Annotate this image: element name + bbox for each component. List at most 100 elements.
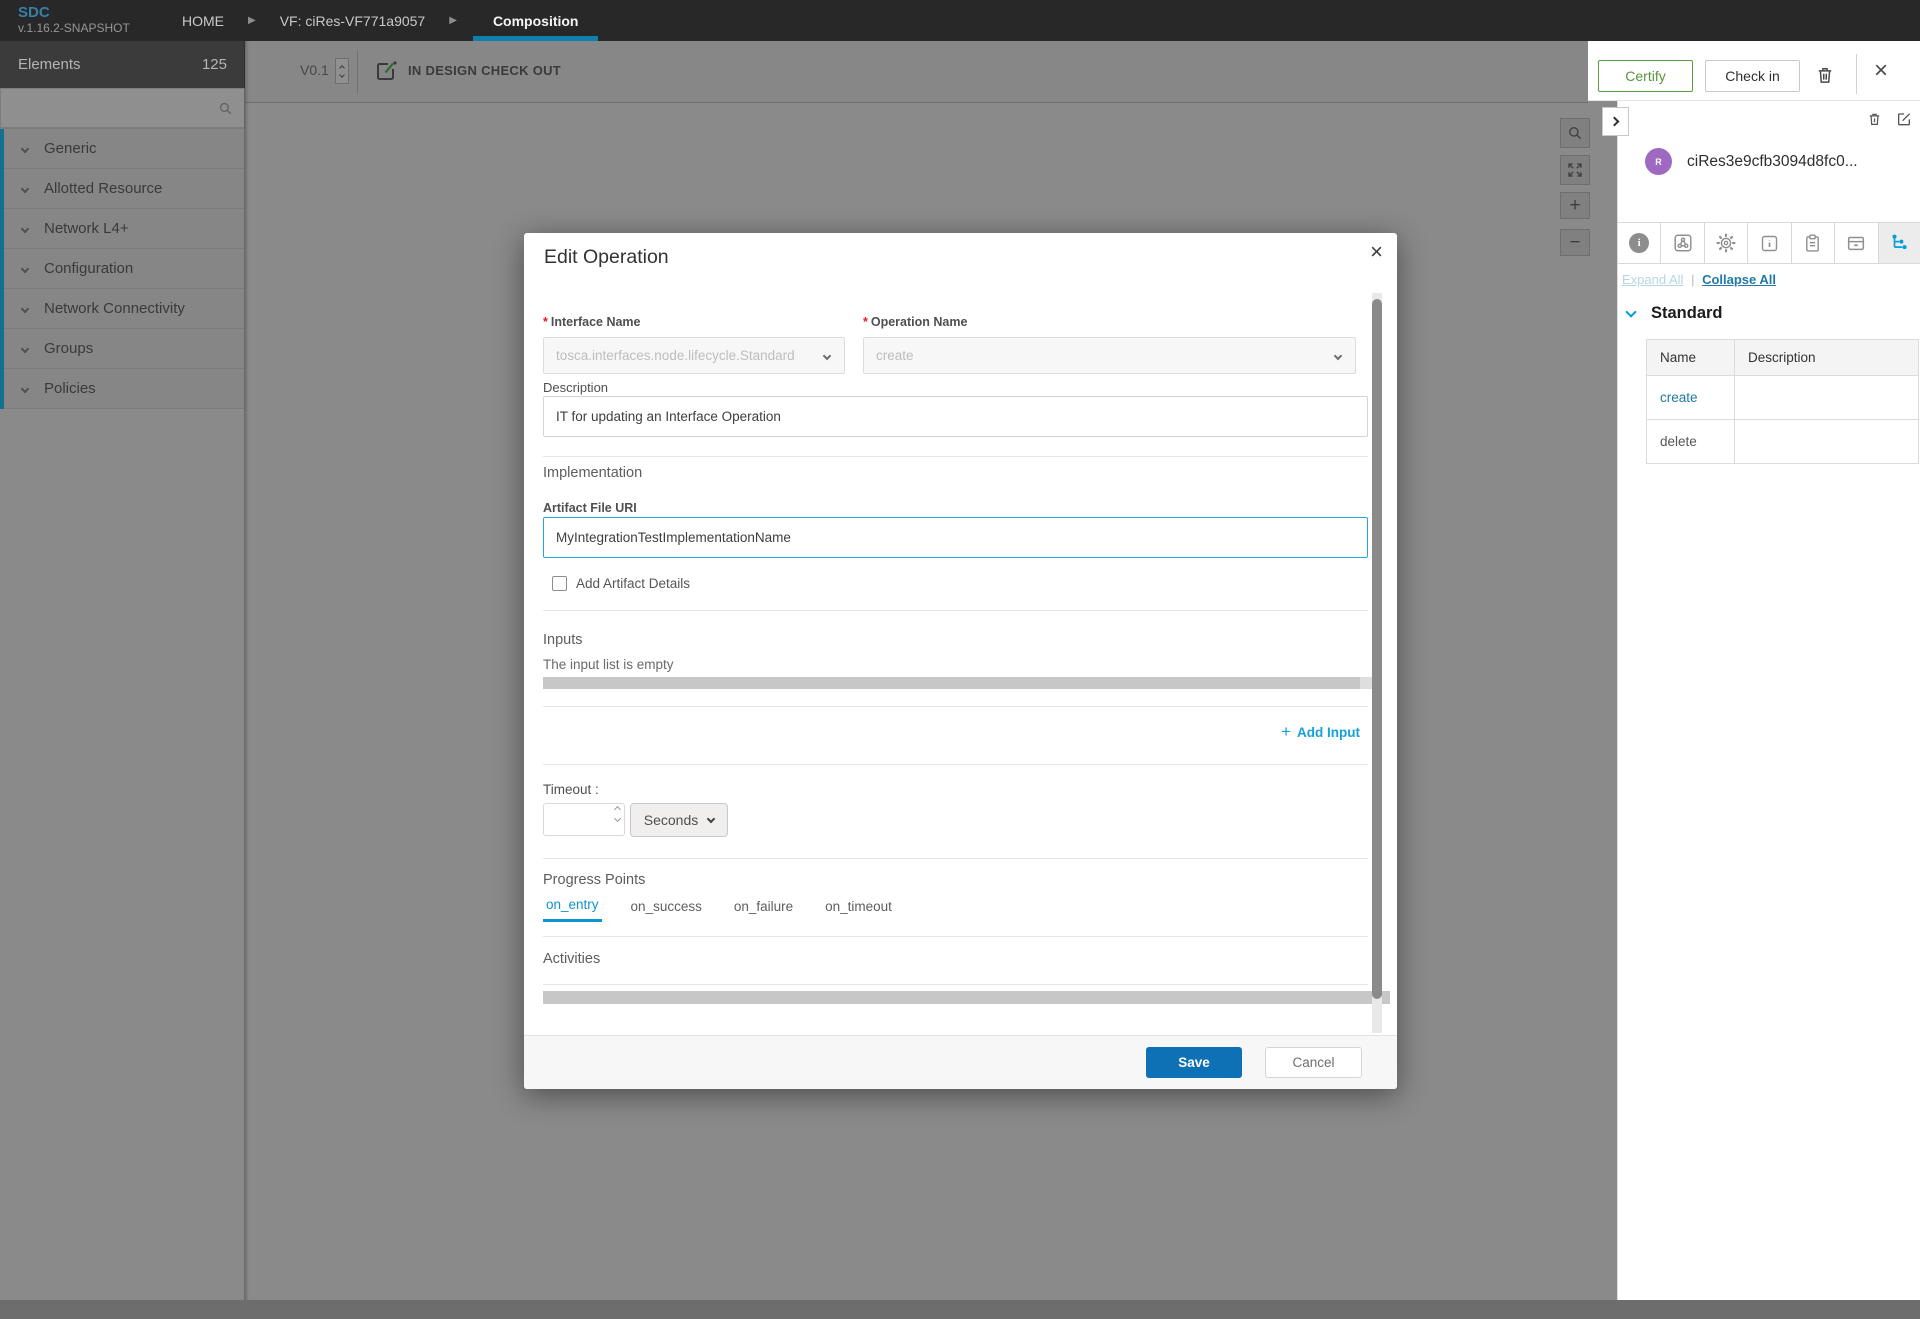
tab-operations[interactable] — [1879, 223, 1920, 263]
panel-collapse-button[interactable] — [1602, 107, 1629, 136]
chevron-right-icon — [1610, 117, 1620, 127]
operation-delete-cell[interactable]: delete — [1647, 420, 1735, 464]
tab-settings[interactable] — [1705, 223, 1748, 263]
add-artifact-details-checkbox[interactable]: Add Artifact Details — [543, 576, 690, 591]
elements-title: Elements — [18, 56, 81, 73]
tab-information[interactable]: i — [1618, 223, 1661, 263]
actions-divider — [1856, 54, 1857, 94]
close-icon: × — [1370, 239, 1383, 264]
modal-footer: Save Cancel — [524, 1035, 1397, 1089]
canvas-zoom-in-button[interactable]: + — [1560, 192, 1590, 219]
tab-artifacts[interactable] — [1835, 223, 1878, 263]
interface-name-select[interactable]: tosca.interfaces.node.lifecycle.Standard — [543, 337, 845, 374]
canvas-search-button[interactable] — [1560, 118, 1590, 148]
tab-on-timeout[interactable]: on_timeout — [822, 897, 895, 922]
delete-component-button[interactable] — [1867, 111, 1882, 127]
edit-component-button[interactable] — [1896, 111, 1912, 127]
category-network-l4[interactable]: Network L4+ — [0, 209, 245, 249]
canvas-zoom-controls: + − — [1560, 118, 1590, 263]
tab-composition[interactable] — [1661, 223, 1704, 263]
timeout-unit-select[interactable]: Seconds — [630, 803, 728, 837]
tab-requirements[interactable] — [1792, 223, 1835, 263]
toolbar-divider — [357, 51, 358, 93]
version-dropdown[interactable] — [335, 58, 349, 84]
activities-horizontal-scrollbar[interactable] — [543, 991, 1390, 1004]
modal-title: Edit Operation — [544, 246, 669, 269]
progress-point-tabs: on_entry on_success on_failure on_timeou… — [543, 897, 895, 922]
cancel-button[interactable]: Cancel — [1265, 1047, 1362, 1078]
column-header-name: Name — [1647, 340, 1735, 376]
timeout-label: Timeout : — [543, 782, 599, 797]
add-input-button[interactable]: + Add Input — [1281, 722, 1360, 742]
artifacts-archive-icon — [1845, 232, 1867, 254]
breadcrumb-composition[interactable]: Composition — [481, 13, 591, 29]
tab-on-success[interactable]: on_success — [628, 897, 705, 922]
checkin-button[interactable]: Check in — [1705, 60, 1800, 92]
operations-table: Name Description create delete — [1646, 339, 1919, 464]
divider — [543, 936, 1368, 937]
stepper-arrows-icon[interactable] — [615, 807, 620, 821]
operations-workflow-icon — [1889, 232, 1911, 254]
search-icon — [1566, 124, 1584, 142]
elements-sidebar: Elements 125 Generic Allotted Resource N… — [0, 41, 245, 1300]
component-details-panel: R ciRes3e9cfb3094d8fc0... i — [1617, 101, 1920, 1300]
elements-header: Elements 125 — [0, 41, 245, 88]
collapse-all-link[interactable]: Collapse All — [1702, 272, 1776, 287]
delete-vf-button[interactable] — [1815, 65, 1835, 85]
description-label: Description — [543, 380, 608, 395]
bottom-status-strip — [0, 1300, 1920, 1319]
category-policies[interactable]: Policies — [0, 369, 245, 409]
lifecycle-actions-bar: Certify Check in × — [1588, 41, 1920, 101]
canvas-zoom-out-button[interactable]: − — [1560, 229, 1590, 256]
breadcrumb-vf[interactable]: VF: ciRes-VF771a9057 — [280, 13, 426, 29]
composition-icon — [1672, 232, 1694, 254]
trash-icon — [1815, 65, 1835, 85]
modal-close-button[interactable]: × — [1370, 241, 1383, 263]
close-composition-button[interactable]: × — [1874, 59, 1888, 83]
category-generic[interactable]: Generic — [0, 129, 245, 169]
sdc-logo-text: SDC — [18, 5, 130, 21]
component-avatar: R — [1645, 148, 1672, 175]
chevron-down-icon — [21, 304, 29, 312]
checkbox-icon — [552, 576, 567, 591]
operation-name-label: *Operation Name — [863, 315, 967, 329]
elements-count: 125 — [202, 56, 227, 73]
category-configuration[interactable]: Configuration — [0, 249, 245, 289]
sdc-logo[interactable]: SDC v.1.16.2-SNAPSHOT — [18, 5, 130, 35]
column-header-description: Description — [1735, 340, 1919, 376]
operation-name-select[interactable]: create — [863, 337, 1356, 374]
chevron-down-icon — [21, 264, 29, 272]
table-row: create — [1647, 376, 1919, 420]
tab-on-failure[interactable]: on_failure — [731, 897, 796, 922]
chevron-down-icon — [21, 384, 29, 392]
divider — [543, 764, 1368, 765]
canvas-fit-screen-button[interactable] — [1560, 155, 1590, 185]
modal-scrollbar-thumb[interactable] — [1372, 299, 1382, 999]
search-icon — [217, 100, 234, 117]
breadcrumb: HOME ▶ VF: ciRes-VF771a9057 ▶ Compositio… — [182, 0, 590, 41]
edit-operation-modal: Edit Operation × *Interface Name *Operat… — [524, 233, 1397, 1089]
chevron-down-icon — [823, 351, 831, 359]
category-network-connectivity[interactable]: Network Connectivity — [0, 289, 245, 329]
save-button[interactable]: Save — [1146, 1047, 1242, 1078]
canvas-toolbar: V0.1 IN DESIGN CHECK OUT — [245, 41, 1588, 103]
tab-on-entry[interactable]: on_entry — [543, 897, 602, 922]
category-allotted-resource[interactable]: Allotted Resource — [0, 169, 245, 209]
close-icon: × — [1874, 57, 1888, 84]
artifact-file-uri-input[interactable] — [543, 517, 1368, 558]
checkout-pencil-icon — [373, 58, 399, 84]
interface-section-standard[interactable]: Standard — [1627, 304, 1723, 323]
active-tab-underline — [473, 36, 599, 41]
description-input[interactable] — [543, 396, 1368, 437]
operation-create-link[interactable]: create — [1647, 376, 1735, 420]
timeout-input[interactable] — [543, 803, 625, 836]
certify-button[interactable]: Certify — [1598, 60, 1693, 92]
tab-tooltip-info[interactable] — [1748, 223, 1791, 263]
category-groups[interactable]: Groups — [0, 329, 245, 369]
elements-search[interactable] — [0, 88, 245, 128]
inputs-horizontal-scrollbar[interactable] — [543, 677, 1360, 689]
breadcrumb-home[interactable]: HOME — [182, 13, 224, 29]
divider — [543, 858, 1368, 859]
expand-all-link[interactable]: Expand All — [1622, 272, 1683, 287]
divider — [543, 456, 1368, 457]
